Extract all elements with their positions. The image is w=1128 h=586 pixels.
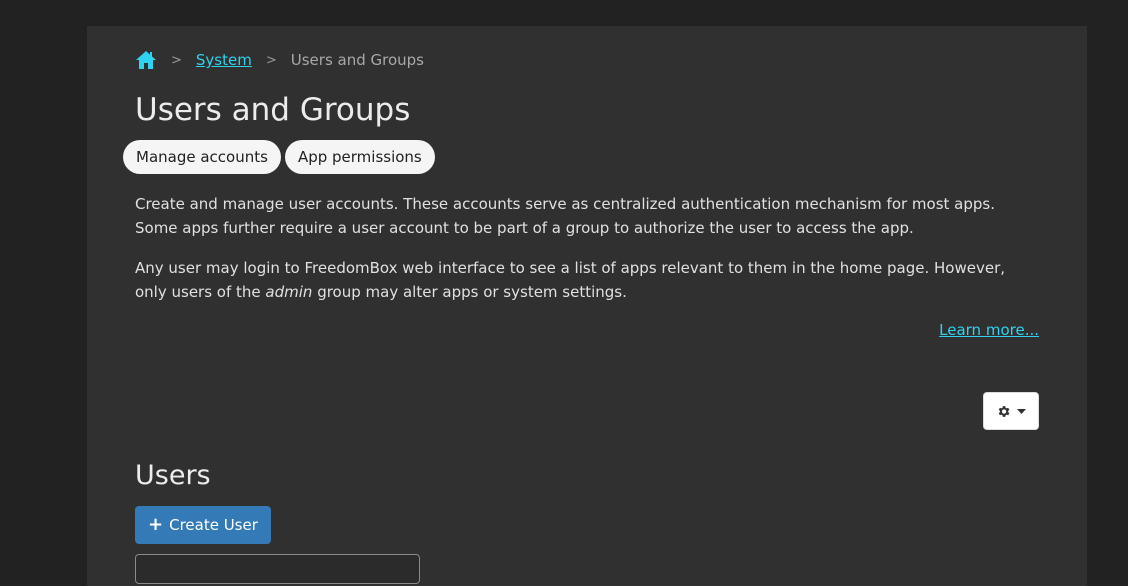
create-user-label: Create User [169,516,258,534]
admin-group-name: admin [265,283,313,301]
breadcrumb-separator: > [171,52,182,68]
caret-down-icon [1017,408,1026,414]
description-paragraph: Create and manage user accounts. These a… [135,195,996,237]
breadcrumb: > System > Users and Groups [135,50,424,70]
users-filter-input[interactable] [135,554,420,584]
learn-more-link[interactable]: Learn more... [939,321,1039,339]
create-user-button[interactable]: + Create User [135,506,271,544]
plus-icon: + [148,514,164,535]
description-paragraph: Any user may login to FreedomBox web int… [135,256,1040,304]
breadcrumb-separator: > [265,52,277,68]
users-section-title: Users [135,460,211,491]
tab-bar: Manage accounts App permissions [123,140,435,174]
description-text: group may alter apps or system settings. [312,283,627,301]
tab-app-permissions[interactable]: App permissions [284,140,435,174]
breadcrumb-current: Users and Groups [290,51,424,69]
page-title: Users and Groups [135,92,411,128]
tab-manage-accounts[interactable]: Manage accounts [123,140,281,174]
settings-dropdown-button[interactable] [983,392,1039,430]
breadcrumb-system-link[interactable]: System [196,51,252,69]
gear-icon [998,405,1010,417]
home-icon[interactable] [135,50,157,70]
